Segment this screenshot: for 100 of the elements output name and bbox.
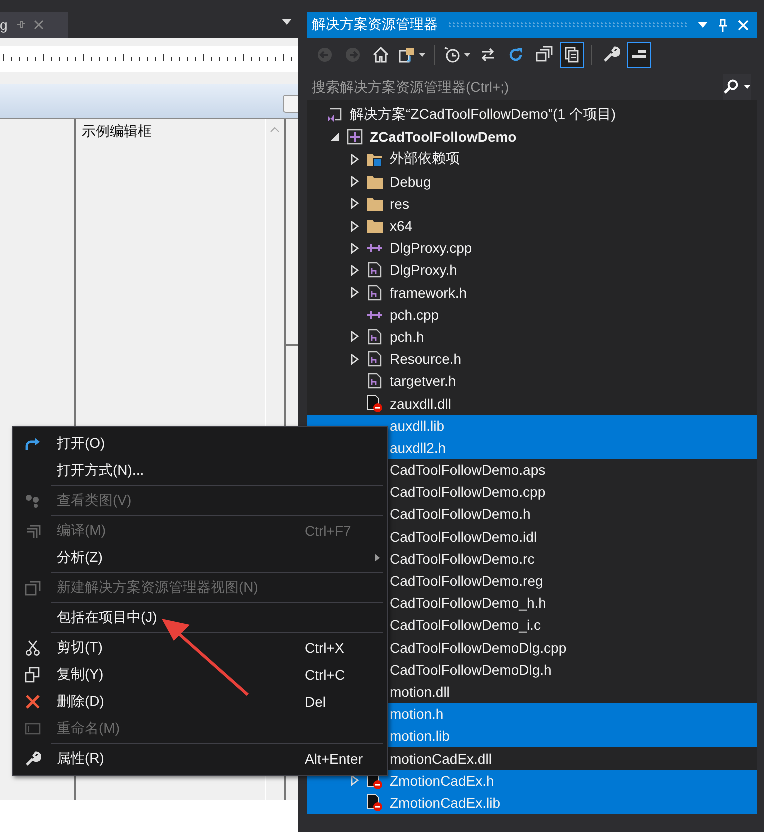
expand-arrow-icon[interactable] [351,775,359,786]
back-icon [316,46,334,64]
tree-item[interactable]: auxdll.lib [307,414,757,437]
tree-item[interactable]: DlgProxy.h [307,259,757,282]
show-all-button[interactable] [560,42,584,68]
show-all-icon [563,46,581,64]
tree-item[interactable]: pch.cpp [307,304,757,326]
shortcut-label: Ctrl+C [305,666,346,682]
tree-item-label: CadToolFollowDemo.rc [390,550,535,567]
tree-item-label: CadToolFollowDemo_i.c [390,617,541,634]
home-icon [372,46,390,64]
tree-item-label: res [390,196,410,212]
expand-arrow-icon[interactable] [351,354,359,365]
scissors-icon [26,640,40,656]
tree-item[interactable]: ZmotionCadEx.lib [307,792,757,814]
tree-item[interactable]: framework.h [307,282,757,304]
tree-item-label: Debug [390,174,432,190]
tree-item-label: pch.cpp [390,306,440,323]
dropdown-caret-icon[interactable] [282,19,292,25]
properties-icon [602,46,620,64]
tree-item-label: CadToolFollowDemo.reg [390,573,544,590]
file-icon [368,284,382,301]
tree-item-label: DlgProxy.h [390,262,458,278]
plus-plus-icon [367,310,383,320]
expand-arrow-icon[interactable] [351,220,359,232]
tree-item-label: CadToolFollowDemo.h [390,506,531,522]
window-icon [25,580,41,596]
plus-plus-icon [367,243,383,254]
folder-icon [367,196,383,211]
tree-item-label: ZmotionCadEx.lib [390,794,500,811]
tree-item-label: auxdll.lib [390,418,444,434]
tree-item[interactable]: 外部依赖项 [307,148,757,171]
tree-item[interactable]: Debug [307,170,757,193]
expand-arrow-icon[interactable] [351,264,359,276]
file-icon [368,351,382,368]
references-folder-icon [367,151,383,168]
tree-item[interactable]: x64 [307,214,757,238]
tree-item[interactable]: res [307,192,757,215]
file-icon [368,373,382,390]
refresh-icon [507,46,525,64]
tree-item[interactable]: ZmotionCadEx.h [307,770,757,792]
views-icon [398,46,416,64]
tree-item[interactable]: zauxdll.dll [307,392,757,415]
tree-item-label: framework.h [390,284,468,301]
excluded-file-icon [367,394,383,413]
edit-box-label: 示例编辑框 [82,123,152,139]
close-icon[interactable] [34,20,44,30]
menu-item[interactable]: 剪切(T) Ctrl+X [13,634,387,661]
tree-item-label: 解决方案“ZCadToolFollowDemo”(1 个项目) [350,106,616,124]
wrench-icon [25,750,41,766]
tree-item[interactable]: DlgProxy.cpp [307,237,757,260]
history-icon [443,46,461,64]
expand-arrow-icon[interactable] [351,154,359,165]
tree-item[interactable]: targetver.h [307,370,757,392]
tree-item[interactable]: 解决方案“ZCadToolFollowDemo”(1 个项目) [307,104,757,126]
forward-icon [344,46,362,64]
menu-item[interactable]: 属性(R) Alt+Enter [13,745,387,772]
tree-item[interactable]: ZCadToolFollowDemo [307,126,757,148]
expand-arrow-icon[interactable] [351,287,359,298]
tree-item[interactable]: Resource.h [307,348,757,370]
excluded-file-icon [367,794,383,812]
tree-item-label: Resource.h [390,351,462,368]
project-icon [347,129,363,146]
tree-item-label: DlgProxy.cpp [390,240,472,256]
menu-item[interactable]: 复制(Y) Ctrl+C [13,661,387,688]
collapse-icon [535,46,553,64]
collapse-arrow-icon[interactable] [331,133,339,142]
tree-item-label: CadToolFollowDemo.aps [390,462,546,478]
copy-icon [25,666,41,682]
tree-item[interactable]: pch.h [307,326,757,348]
dropdown-caret-icon[interactable] [419,53,426,57]
tree-item-label: targetver.h [390,373,456,390]
panel-title: 解决方案资源管理器 [312,16,438,34]
pin-icon[interactable] [16,20,26,30]
preview-button[interactable] [627,42,651,68]
tree-item-label: x64 [390,218,413,234]
search-field[interactable]: 搜索解决方案资源管理器(Ctrl+;) [312,74,718,100]
tree-item-label: auxdll2.h [390,440,446,456]
expand-arrow-icon[interactable] [351,198,359,210]
build-icon [25,522,41,538]
search-button[interactable] [723,74,751,100]
tree-item-label: motion.h [390,706,444,722]
tree-item-label: zauxdll.dll [390,396,452,412]
file-icon [368,262,382,278]
menu-item[interactable]: 分析(Z) [13,544,387,571]
tree-item-label: CadToolFollowDemo_h.h [390,595,546,612]
dropdown-caret-icon[interactable] [744,85,751,89]
sync-icon [479,46,497,64]
header-button[interactable] [283,95,298,113]
class-diagram-icon [25,494,41,508]
menu-item[interactable]: 打开方式(N)... [13,457,387,484]
expand-arrow-icon[interactable] [351,331,359,342]
dropdown-caret-icon[interactable] [464,53,471,57]
search-icon[interactable] [723,79,739,95]
redo-arrow-icon [25,436,41,450]
expand-arrow-icon[interactable] [351,176,359,188]
document-tab[interactable]: g [0,12,68,38]
menu-item[interactable]: 包括在项目中(J) [13,604,387,631]
expand-arrow-icon[interactable] [351,242,359,254]
shortcut-label: Ctrl+F7 [305,522,352,538]
